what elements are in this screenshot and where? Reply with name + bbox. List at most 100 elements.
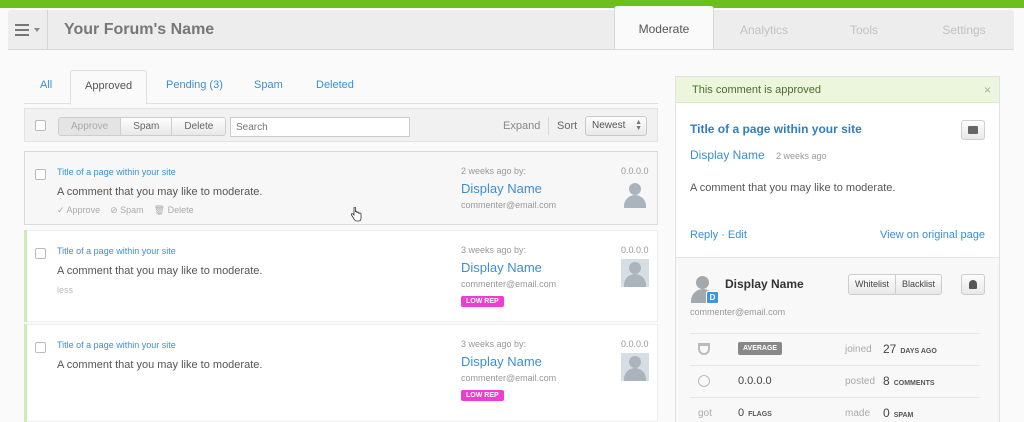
comment-page-title-link[interactable]: Title of a page within your site (57, 167, 176, 177)
commenter-ip: 0.0.0.0 (621, 166, 649, 176)
flags-value: 0 FLAGS (738, 407, 772, 419)
main-tabs: Moderate Analytics Tools Settings (614, 6, 1014, 50)
tab-analytics[interactable]: Analytics (714, 10, 814, 50)
posted-unit: COMMENTS (893, 380, 935, 387)
user-badge-icon: D (706, 291, 719, 304)
avatar (621, 353, 649, 381)
app-window: Your Forum's Name Moderate Analytics Too… (0, 6, 1024, 422)
approved-banner: This comment is approved (676, 77, 999, 103)
reply-edit-links: Reply · Edit (690, 229, 747, 241)
got-label: got (698, 408, 712, 419)
made-label: made (845, 408, 871, 419)
inline-spam-label: Spam (120, 205, 144, 215)
globe-icon (698, 375, 710, 387)
approved-indicator (24, 324, 27, 422)
stat-row-ip: 0.0.0.0 posted 8 COMMENTS (690, 365, 980, 397)
comment-text: A comment that you may like to moderate. (57, 359, 263, 371)
search-input[interactable] (230, 117, 410, 137)
posted-label: posted (845, 376, 876, 387)
flags-unit: FLAGS (748, 411, 772, 418)
comment-page-title-link[interactable]: Title of a page within your site (57, 246, 176, 256)
user-display-name: Display Name (725, 277, 804, 291)
filter-tabs: All Approved Pending (3) Spam Deleted (24, 70, 658, 105)
blacklist-button[interactable]: Blacklist (896, 275, 942, 294)
user-ip: 0.0.0.0 (738, 375, 772, 387)
posted-value: 8 COMMENTS (883, 374, 935, 388)
tab-moderate[interactable]: Moderate (614, 6, 714, 49)
comment-checkbox[interactable] (35, 248, 46, 259)
edit-link[interactable]: Edit (728, 229, 747, 241)
comment-text: A comment that you may like to moderate. (57, 186, 263, 198)
inline-approve-action[interactable]: ✓ Approve (57, 205, 100, 216)
detail-comment-text: A comment that you may like to moderate. (690, 182, 896, 194)
commenter-email: commenter@email.com (461, 200, 557, 210)
tab-tools[interactable]: Tools (814, 10, 914, 50)
comment-page-title-link[interactable]: Title of a page within your site (57, 340, 176, 350)
approve-button[interactable]: Approve (59, 118, 122, 135)
forum-name: Your Forum's Name (64, 21, 215, 38)
less-link[interactable]: less (57, 285, 73, 295)
commenter-ip: 0.0.0.0 (621, 339, 649, 349)
filter-tab-deleted[interactable]: Deleted (316, 70, 354, 104)
view-original-link[interactable]: View on original page (880, 229, 985, 241)
main-menu-button[interactable] (8, 10, 48, 50)
filter-tab-approved[interactable]: Approved (70, 70, 148, 105)
comment-checkbox[interactable] (35, 169, 46, 180)
reputation-badge: AVERAGE (738, 342, 783, 355)
low-rep-badge: LOW REP (461, 296, 504, 307)
print-button[interactable] (961, 120, 985, 140)
spam-unit: SPAM (893, 412, 914, 419)
link-separator: · (721, 229, 725, 241)
filter-tab-pending[interactable]: Pending (3) (166, 70, 223, 104)
comment-row[interactable]: Title of a page within your site A comme… (24, 324, 658, 422)
toolbar-divider (548, 117, 549, 135)
tab-settings[interactable]: Settings (914, 10, 1014, 50)
approved-indicator (24, 230, 27, 322)
commenter-name-link[interactable]: Display Name (461, 354, 542, 369)
expand-link[interactable]: Expand (503, 120, 540, 132)
comment-row[interactable]: Title of a page within your site A comme… (24, 151, 658, 225)
joined-label: joined (845, 344, 872, 355)
sort-value: Newest (592, 120, 626, 131)
commenter-email: commenter@email.com (461, 279, 557, 289)
comment-checkbox[interactable] (35, 342, 46, 353)
delete-button[interactable]: Delete (172, 118, 226, 135)
sort-arrows-icon: ▲ ▼ (635, 119, 642, 132)
list-buttons: Whitelist Blacklist (848, 274, 943, 295)
filter-tab-all[interactable]: All (40, 70, 52, 104)
select-all-checkbox[interactable] (35, 120, 46, 131)
avatar (621, 180, 649, 208)
close-icon[interactable]: × (984, 83, 991, 97)
detail-commenter-name[interactable]: Display Name (690, 148, 765, 162)
comment-row[interactable]: Title of a page within your site A comme… (24, 230, 658, 322)
filter-tab-spam[interactable]: Spam (254, 70, 283, 104)
hamburger-icon (15, 24, 29, 36)
sort-select[interactable]: Newest ▲ ▼ (585, 116, 647, 136)
posted-number: 8 (883, 374, 890, 388)
inline-spam-action[interactable]: ⊘ Spam (110, 205, 144, 216)
sort-label: Sort (557, 120, 578, 132)
user-icon (969, 280, 977, 289)
comment-detail-panel: This comment is approved × Title of a pa… (675, 76, 1000, 422)
whitelist-button[interactable]: Whitelist (849, 275, 897, 294)
bulk-toolbar: Approve Spam Delete Expand Sort Newest ▲… (24, 108, 658, 142)
chevron-down-icon (34, 28, 40, 32)
inline-delete-label: Delete (167, 205, 194, 215)
user-profile-button[interactable] (961, 274, 985, 295)
commenter-name-link[interactable]: Display Name (461, 260, 542, 275)
reply-link[interactable]: Reply (690, 229, 718, 241)
user-email: commenter@email.com (690, 307, 786, 317)
spam-button[interactable]: Spam (121, 118, 173, 135)
bulk-action-buttons: Approve Spam Delete (58, 117, 227, 136)
spam-value: 0 SPAM (883, 406, 913, 420)
low-rep-badge: LOW REP (461, 390, 504, 401)
comment-timestamp: 2 weeks ago by: (461, 166, 527, 176)
detail-page-title-link[interactable]: Title of a page within your site (690, 122, 862, 136)
comment-actions: ✓ Approve ⊘ Spam 🗑 Delete (57, 205, 194, 216)
joined-number: 27 (883, 342, 897, 356)
commenter-name-link[interactable]: Display Name (461, 181, 542, 196)
comment-timestamp: 3 weeks ago by: (461, 339, 527, 349)
comment-timestamp: 3 weeks ago by: (461, 245, 527, 255)
print-icon (968, 126, 978, 134)
inline-delete-action[interactable]: 🗑 Delete (154, 205, 194, 216)
